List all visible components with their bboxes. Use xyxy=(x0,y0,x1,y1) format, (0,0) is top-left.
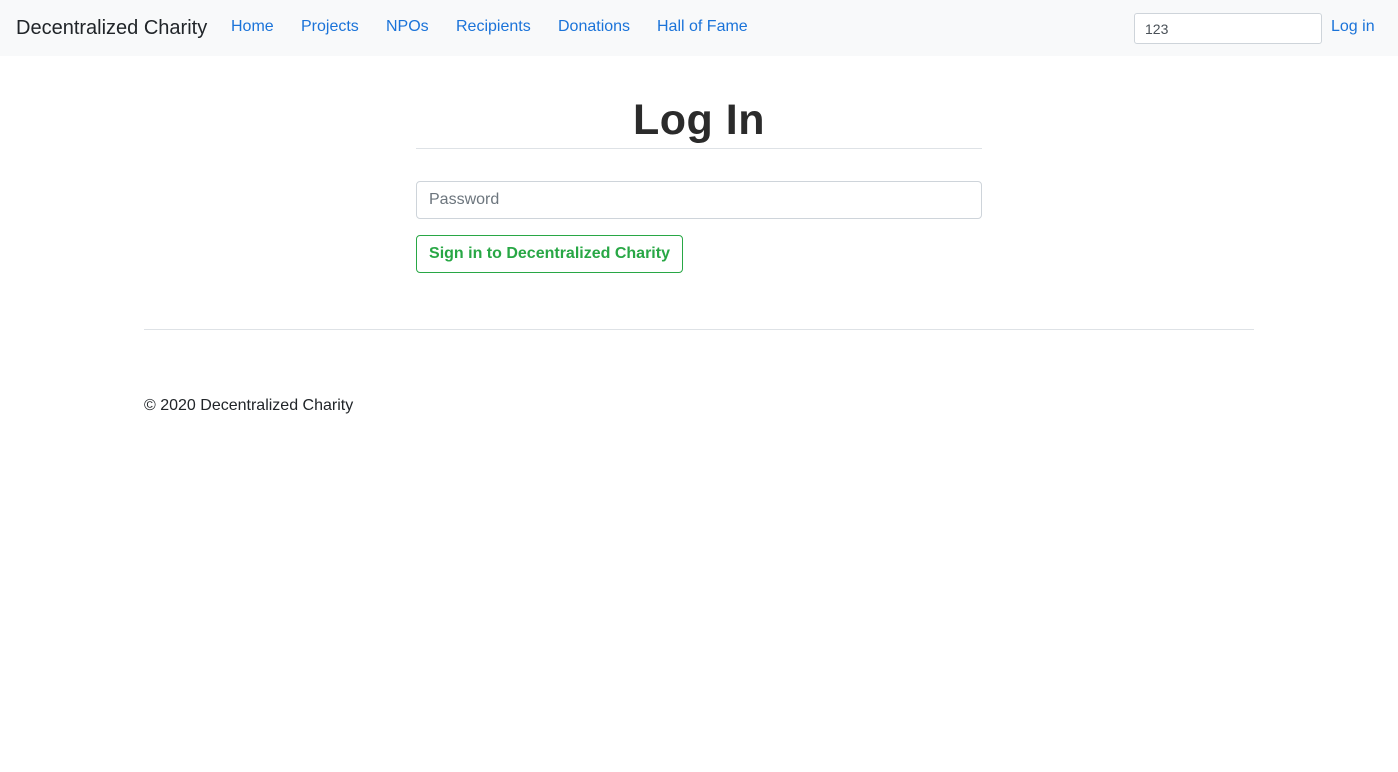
top-navbar: Decentralized Charity Home Projects NPOs… xyxy=(0,0,1398,56)
nav-login-link[interactable]: Log in xyxy=(1331,17,1375,37)
nav-link-home[interactable]: Home xyxy=(231,17,274,37)
footer-divider xyxy=(144,329,1254,330)
nav-link-npos[interactable]: NPOs xyxy=(386,17,429,37)
page-title: Log In xyxy=(633,96,765,144)
password-field[interactable] xyxy=(416,181,982,219)
nav-link-recipients[interactable]: Recipients xyxy=(456,17,531,37)
nav-link-projects[interactable]: Projects xyxy=(301,17,359,37)
nav-link-donations[interactable]: Donations xyxy=(558,17,630,37)
copyright-text: © 2020 Decentralized Charity xyxy=(144,397,354,414)
navbar-search-input[interactable] xyxy=(1134,13,1322,44)
brand-logo-link[interactable]: Decentralized Charity xyxy=(16,15,207,41)
heading-divider xyxy=(416,148,982,149)
sign-in-button[interactable]: Sign in to Decentralized Charity xyxy=(416,235,683,273)
nav-link-hall-of-fame[interactable]: Hall of Fame xyxy=(657,17,748,37)
